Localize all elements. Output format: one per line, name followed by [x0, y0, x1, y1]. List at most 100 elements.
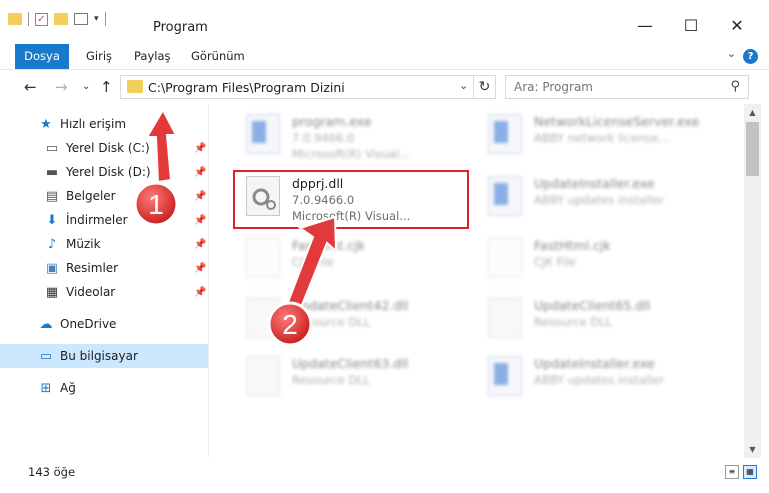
dll-file-icon: [246, 298, 280, 338]
sidebar-item-this-pc[interactable]: ▭ Bu bilgisayar: [0, 344, 208, 368]
sidebar-item-label: Müzik: [66, 237, 101, 251]
tab-view[interactable]: Görünüm: [191, 44, 245, 69]
window-title: Program: [153, 20, 208, 35]
file-item[interactable]: FastHtml.cjk CJK File: [476, 230, 711, 282]
exe-file-icon: [488, 356, 522, 396]
dll-file-icon: [246, 356, 280, 396]
file-item[interactable]: UpdateClient42.dll Resource DLL: [234, 290, 469, 342]
file-name: NetworkLicenseServer.exe: [534, 114, 700, 129]
pin-icon[interactable]: 📌: [194, 287, 206, 298]
refresh-icon[interactable]: ↻: [473, 76, 495, 98]
sidebar-item-label: Ağ: [60, 381, 76, 395]
up-arrow-icon[interactable]: ↑: [100, 78, 113, 96]
file-item[interactable]: UpdateClient65.dll Resource DLL: [476, 290, 711, 342]
file-name: UpdateClient63.dll: [292, 356, 409, 371]
pin-icon[interactable]: 📌: [194, 215, 206, 226]
tab-home[interactable]: Giriş: [86, 44, 112, 69]
page-file-icon: [488, 238, 522, 278]
properties-icon[interactable]: ✓: [35, 12, 48, 26]
computer-icon: ▭: [39, 348, 53, 364]
file-item[interactable]: UpdateClient63.dll Resource DLL: [234, 348, 469, 400]
file-description: ABBY updates installer: [534, 373, 665, 387]
network-icon: ⊞: [40, 380, 52, 396]
file-type: CJK File: [534, 255, 576, 269]
new-folder-icon[interactable]: [54, 13, 68, 25]
navigation-pane: ★ Hızlı erişim ▭ Yerel Disk (C:) 📌 ▬ Yer…: [0, 104, 208, 460]
search-input[interactable]: [514, 77, 714, 97]
sidebar-item-local-disk-c[interactable]: ▭ Yerel Disk (C:) 📌: [0, 136, 208, 160]
file-item[interactable]: UpdateInstaller.exe ABBY updates install…: [476, 348, 711, 400]
chevron-down-icon[interactable]: ⌄: [459, 79, 468, 92]
sidebar-item-onedrive[interactable]: ☁ OneDrive: [0, 312, 208, 336]
pictures-icon: ▣: [45, 260, 59, 276]
address-path[interactable]: C:\Program Files\Program Dizini: [148, 80, 345, 95]
file-name: UpdateInstaller.exe: [534, 176, 655, 191]
pane-divider[interactable]: [208, 104, 209, 458]
sidebar-item-downloads[interactable]: ⬇ İndirmeler 📌: [0, 208, 208, 232]
file-item[interactable]: UpdateInstaller.exe ABBY updates install…: [476, 168, 711, 220]
details-view-icon[interactable]: ≡: [725, 465, 739, 479]
sidebar-item-music[interactable]: ♪ Müzik 📌: [0, 232, 208, 256]
search-icon[interactable]: ⚲: [730, 79, 740, 94]
file-version: 7.0.9466.0: [292, 131, 355, 145]
minimize-button[interactable]: —: [622, 10, 668, 40]
pin-icon[interactable]: 📌: [194, 191, 206, 202]
address-bar[interactable]: C:\Program Files\Program Dizini ⌄ ↻: [120, 75, 496, 99]
vertical-scrollbar[interactable]: ▲ ▼: [744, 104, 761, 458]
file-item[interactable]: program.exe 7.0.9466.0 Microsoft(R) Visu…: [234, 106, 469, 161]
folder-icon[interactable]: [8, 13, 22, 25]
forward-arrow-icon[interactable]: →: [55, 78, 68, 96]
quick-access-toolbar: ✓ ▾: [8, 12, 106, 26]
sidebar-item-videos[interactable]: ▦ Videolar 📌: [0, 280, 208, 304]
navigation-bar: ← → ⌄ ↑ C:\Program Files\Program Dizini …: [0, 70, 769, 104]
pin-icon[interactable]: 📌: [194, 263, 206, 274]
view-options-icon[interactable]: [74, 13, 88, 25]
file-item[interactable]: NetworkLicenseServer.exe ABBY network li…: [476, 106, 711, 158]
help-icon[interactable]: ?: [743, 49, 758, 64]
customize-toolbar-icon[interactable]: ▾: [94, 14, 99, 24]
chevron-down-icon[interactable]: ⌄: [727, 47, 736, 60]
file-list: program.exe 7.0.9466.0 Microsoft(R) Visu…: [222, 104, 742, 458]
sidebar-item-label: Belgeler: [66, 189, 116, 203]
sidebar-item-network[interactable]: ⊞ Ağ: [0, 376, 208, 400]
tab-share[interactable]: Paylaş: [134, 44, 171, 69]
recent-locations-chevron-icon[interactable]: ⌄: [82, 81, 90, 92]
toolbar-divider: [28, 12, 29, 26]
tab-file[interactable]: Dosya: [15, 44, 69, 69]
sidebar-item-label: İndirmeler: [66, 213, 128, 227]
file-description: Microsoft(R) Visual...: [292, 147, 411, 161]
pin-icon[interactable]: 📌: [194, 239, 206, 250]
maximize-button[interactable]: ☐: [668, 10, 714, 40]
sidebar-item-local-disk-d[interactable]: ▬ Yerel Disk (D:) 📌: [0, 160, 208, 184]
downloads-icon: ⬇: [46, 212, 58, 228]
file-name: UpdateClient65.dll: [534, 298, 651, 313]
file-item[interactable]: FastFirst.cjk CJK File: [234, 230, 469, 282]
scroll-up-arrow-icon[interactable]: ▲: [744, 104, 761, 121]
sidebar-item-quick-access[interactable]: ★ Hızlı erişim: [0, 112, 208, 136]
exe-file-icon: [488, 114, 522, 154]
exe-file-icon: [246, 114, 280, 154]
view-switcher: ≡ ▦: [725, 465, 757, 479]
pin-icon[interactable]: 📌: [194, 143, 206, 154]
file-name: FastHtml.cjk: [534, 238, 611, 253]
ribbon-tabs: Dosya Giriş Paylaş Görünüm ⌄ ?: [0, 44, 769, 70]
documents-icon: ▤: [45, 188, 59, 204]
folder-icon: [127, 80, 143, 93]
cloud-icon: ☁: [39, 316, 53, 332]
sidebar-item-label: Yerel Disk (C:): [66, 141, 150, 155]
close-button[interactable]: ✕: [714, 10, 760, 40]
search-box[interactable]: ⚲: [505, 75, 749, 99]
file-name: FastFirst.cjk: [292, 238, 365, 253]
back-arrow-icon[interactable]: ←: [24, 78, 37, 96]
sidebar-item-pictures[interactable]: ▣ Resimler 📌: [0, 256, 208, 280]
tiles-view-icon[interactable]: ▦: [743, 465, 757, 479]
sidebar-item-documents[interactable]: ▤ Belgeler 📌: [0, 184, 208, 208]
page-file-icon: [246, 238, 280, 278]
sidebar-item-label: OneDrive: [60, 317, 117, 331]
pin-icon[interactable]: 📌: [194, 167, 206, 178]
scroll-down-arrow-icon[interactable]: ▼: [744, 441, 761, 458]
status-bar: 143 öğe ≡ ▦: [0, 458, 769, 493]
scrollbar-thumb[interactable]: [746, 122, 759, 176]
sidebar-item-label: Yerel Disk (D:): [66, 165, 151, 179]
file-description: ABBY updates installer: [534, 193, 665, 207]
